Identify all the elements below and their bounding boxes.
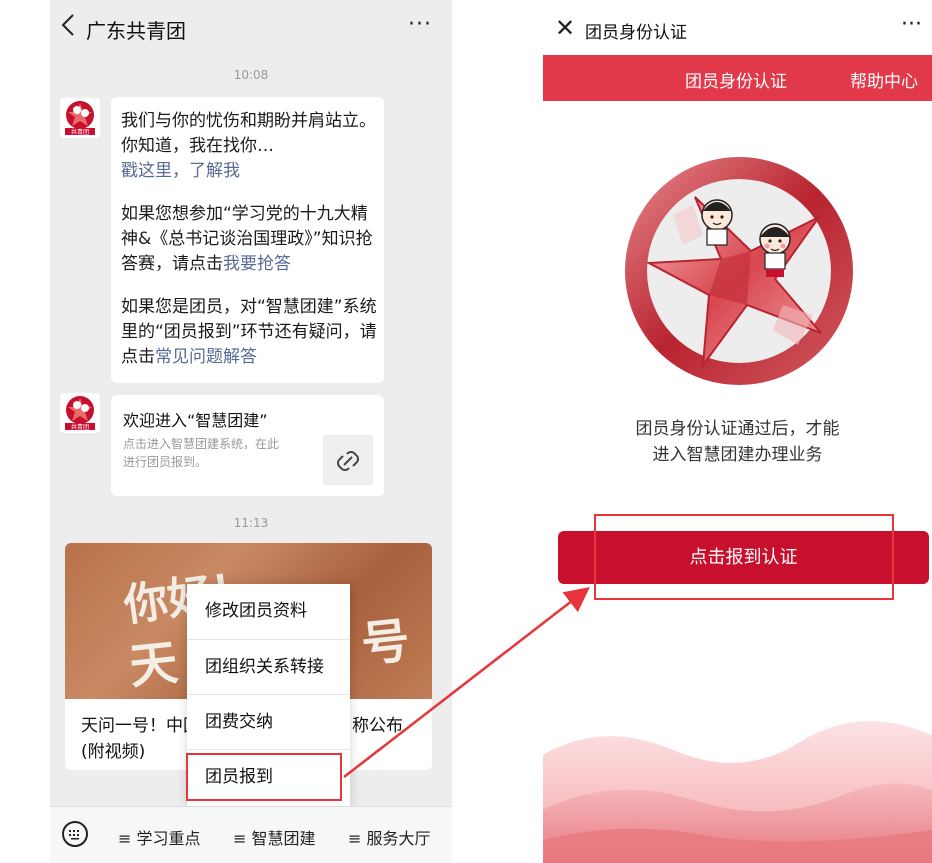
annotation-arrow <box>343 586 590 778</box>
